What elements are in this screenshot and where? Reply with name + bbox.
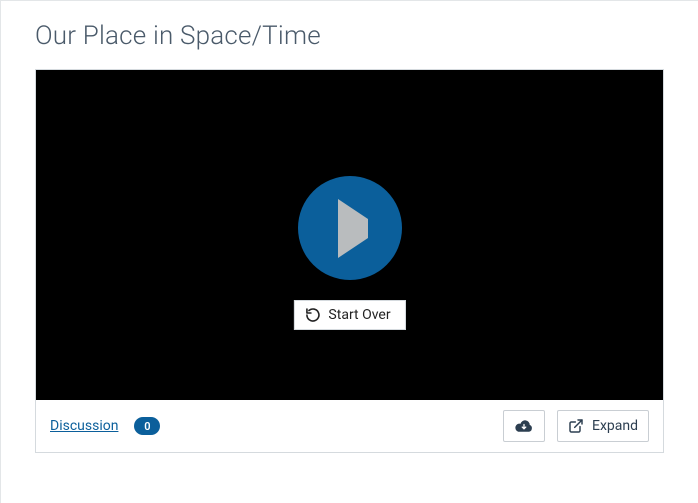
- download-button[interactable]: [503, 410, 545, 442]
- expand-label: Expand: [592, 418, 638, 434]
- content-frame: Our Place in Space/Time Start Over Discu…: [0, 0, 698, 503]
- start-over-label: Start Over: [328, 307, 390, 323]
- discussion-count-badge: 0: [134, 417, 160, 435]
- start-over-button[interactable]: Start Over: [293, 300, 405, 330]
- video-card: Start Over Discussion 0: [35, 69, 664, 453]
- play-button[interactable]: [298, 176, 402, 280]
- expand-button[interactable]: Expand: [557, 410, 649, 442]
- restart-icon: [304, 307, 320, 323]
- play-icon: [331, 219, 368, 238]
- discussion-link[interactable]: Discussion: [50, 418, 118, 434]
- external-link-icon: [568, 418, 584, 434]
- video-area[interactable]: Start Over: [36, 70, 663, 400]
- video-toolbar: Discussion 0: [36, 400, 663, 452]
- page-title: Our Place in Space/Time: [35, 21, 664, 51]
- cloud-download-icon: [514, 418, 534, 434]
